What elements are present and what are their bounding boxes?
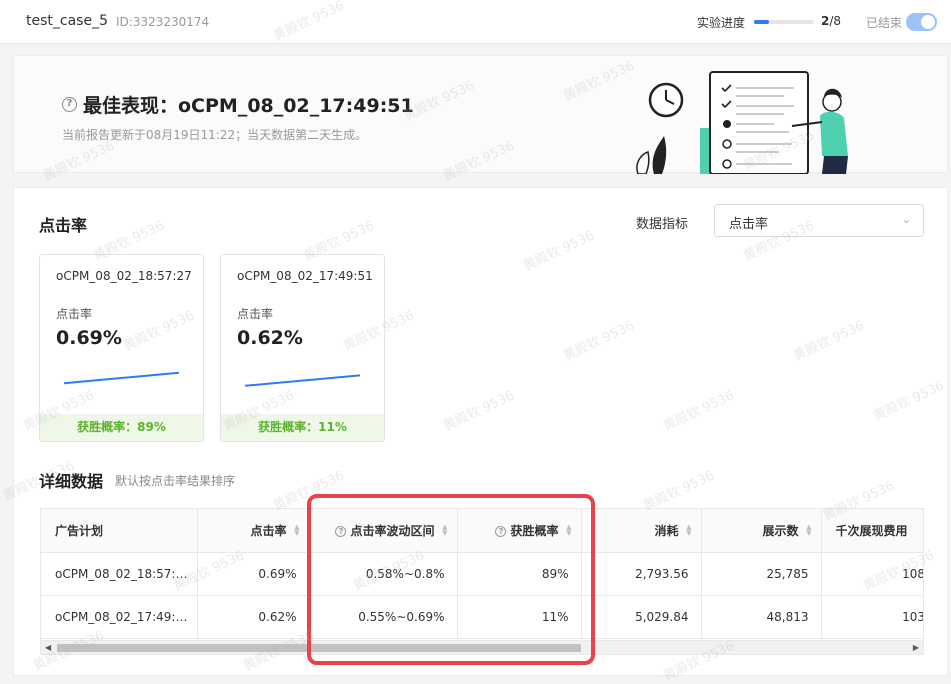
cell-campaign: oCPM_08_02_18:57:27: [41, 552, 198, 596]
variant-card[interactable]: oCPM_08_02_17:49:51 点击率 0.62% 获胜概率：11%: [220, 254, 385, 442]
column-header-cpm[interactable]: 千次展现费用: [821, 509, 923, 553]
experiment-title: test_case_5: [26, 13, 108, 29]
experiment-id: ID:3323230174: [116, 15, 210, 29]
sort-icon[interactable]: ▲ ▼: [294, 524, 299, 537]
progress-bar: [754, 20, 814, 24]
variant-name: oCPM_08_02_17:49:51: [237, 269, 373, 283]
win-probability: 获胜概率：89%: [40, 414, 203, 441]
column-header-campaign: 广告计划: [41, 509, 198, 553]
scroll-left-icon[interactable]: ◀: [45, 643, 51, 652]
chevron-down-icon: ⌄: [901, 213, 911, 226]
column-header-impressions[interactable]: 展示数 ▲ ▼: [701, 509, 822, 553]
variant-metric-value: 0.62%: [237, 327, 303, 349]
question-icon[interactable]: ?: [62, 97, 77, 112]
cell-cost: 2,793.56: [581, 552, 702, 596]
metric-select-value: 点击率: [729, 217, 769, 232]
cell-impressions: 48,813: [701, 595, 822, 639]
best-performance-banner: ? 最佳表现：oCPM_08_02_17:49:51 当前报告更新于08月19日…: [13, 55, 948, 174]
highlight-annotation-box: [307, 494, 595, 665]
variant-metric-value: 0.69%: [56, 327, 122, 349]
column-header-ctr[interactable]: 点击率 ▲ ▼: [197, 509, 310, 553]
top-bar: test_case_5 ID:3323230174 实验进度 2/8 已结束: [0, 0, 951, 44]
cell-ctr: 0.62%: [197, 595, 310, 639]
detail-section-title: 详细数据: [39, 472, 104, 491]
update-note: 当前报告更新于08月19日11:22；当天数据第二天生成。: [62, 128, 368, 142]
variant-metric-label: 点击率: [56, 307, 93, 321]
metric-section-title: 点击率: [39, 216, 88, 235]
ended-toggle[interactable]: [906, 13, 937, 31]
best-performance-title: ? 最佳表现：oCPM_08_02_17:49:51: [62, 91, 414, 118]
win-probability: 获胜概率：11%: [221, 414, 384, 441]
variant-name: oCPM_08_02_18:57:27: [56, 269, 192, 283]
trend-sparkline: [244, 374, 361, 387]
cell-campaign: oCPM_08_02_17:49:51: [41, 595, 198, 639]
metric-select[interactable]: 点击率 ⌄: [714, 204, 924, 237]
detail-sort-hint: 默认按点击率结果排序: [115, 474, 236, 488]
progress-count: 2/8: [821, 14, 842, 28]
progress-fill: [754, 20, 769, 24]
scroll-right-icon[interactable]: ▶: [913, 643, 919, 652]
trend-sparkline: [63, 371, 180, 385]
cell-cpm: 103.0: [821, 595, 923, 639]
cell-impressions: 25,785: [701, 552, 822, 596]
variant-metric-label: 点击率: [237, 307, 274, 321]
column-header-cost[interactable]: 消耗 ▲ ▼: [581, 509, 702, 553]
report-illustration: [636, 71, 848, 174]
metric-selector-label: 数据指标: [636, 217, 689, 232]
cell-cost: 5,029.84: [581, 595, 702, 639]
sort-icon[interactable]: ▲ ▼: [806, 524, 811, 537]
sort-icon[interactable]: ▲ ▼: [686, 524, 691, 537]
variant-card[interactable]: oCPM_08_02_18:57:27 点击率 0.69% 获胜概率：89%: [39, 254, 204, 442]
ended-label: 已结束: [866, 16, 903, 30]
cell-ctr: 0.69%: [197, 552, 310, 596]
progress-label: 实验进度: [697, 16, 746, 30]
cell-cpm: 108.3: [821, 552, 923, 596]
